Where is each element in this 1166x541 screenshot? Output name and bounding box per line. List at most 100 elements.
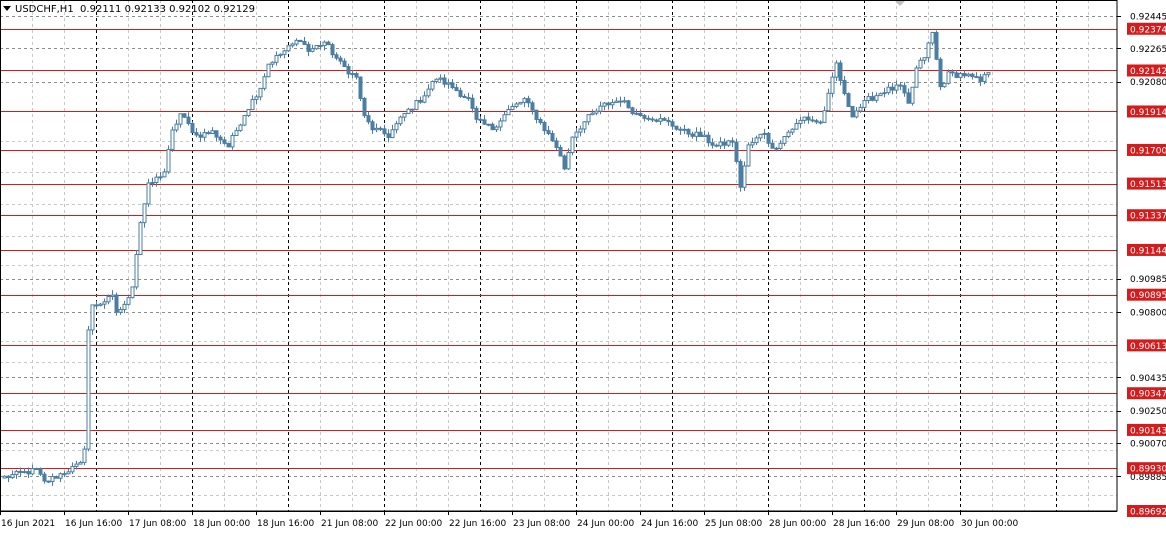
candle-body xyxy=(302,40,307,45)
candle-body xyxy=(550,133,555,142)
candle-body xyxy=(738,160,743,188)
candle-body xyxy=(814,120,819,123)
candle-body xyxy=(518,101,523,105)
time-axis[interactable]: 16 Jun 2021 16 Jun 16:00 17 Jun 08:00 18 Ju… xyxy=(0,511,1117,529)
candle-body xyxy=(426,88,431,97)
candle-body xyxy=(818,121,823,124)
candle-body xyxy=(26,471,31,475)
candle-body xyxy=(762,132,767,135)
candle-body xyxy=(966,73,971,77)
candle-body xyxy=(178,113,183,125)
x-tick-label: 24 Jun 00:00 xyxy=(577,519,634,529)
chart-canvas[interactable]: 0.92445 0.92265 0.92080 0.90985 0.90800 0.904… xyxy=(0,0,1166,537)
candle-body xyxy=(162,171,167,178)
candle-body xyxy=(858,106,863,112)
candle-body xyxy=(922,57,927,61)
candle-body xyxy=(54,476,59,479)
candle-body xyxy=(510,106,515,110)
candle-body xyxy=(74,463,79,467)
candle-body xyxy=(706,134,711,144)
candle-body xyxy=(310,48,315,52)
candle-body xyxy=(234,130,239,136)
candle-body xyxy=(962,72,967,77)
candle-body xyxy=(110,294,115,298)
candle-body xyxy=(106,296,111,303)
candle-body xyxy=(498,120,503,128)
x-tick-label: 29 Jun 08:00 xyxy=(897,519,954,529)
candle-body xyxy=(462,95,467,99)
candle-body xyxy=(342,60,347,68)
level-price-label: 0.91513 xyxy=(1130,180,1166,190)
candle-body xyxy=(218,136,223,141)
candle-body xyxy=(430,81,435,90)
candle-body xyxy=(202,132,207,138)
x-tick-label: 16 Jun 2021 xyxy=(1,519,55,529)
candle-body xyxy=(318,45,323,48)
candle-body xyxy=(722,141,727,146)
candle-body xyxy=(422,95,427,103)
candle-body xyxy=(142,203,147,224)
candle-body xyxy=(546,130,551,135)
candle-body xyxy=(186,116,191,125)
candle-body xyxy=(262,76,267,89)
shift-marker-icon[interactable] xyxy=(895,1,905,6)
symbol-header[interactable]: USDCHF,H1 0.92111 0.92133 0.92102 0.9212… xyxy=(3,4,255,15)
candle-body xyxy=(894,84,899,91)
candle-body xyxy=(710,142,715,146)
candle-body xyxy=(6,475,11,479)
y-tick-label: 0.90250 xyxy=(1130,407,1166,417)
candle-body xyxy=(950,71,955,74)
candle-body xyxy=(642,115,647,119)
candle-body xyxy=(670,121,675,127)
candle-body xyxy=(70,465,75,473)
candle-body xyxy=(978,76,983,82)
y-tick-label: 0.92265 xyxy=(1130,45,1166,55)
candle-body xyxy=(198,134,203,138)
price-axis[interactable]: 0.92445 0.92265 0.92080 0.90985 0.90800 0.904… xyxy=(1117,13,1166,518)
x-tick-label: 16 Jun 16:00 xyxy=(65,519,122,529)
candle-body xyxy=(390,129,395,139)
candle-body xyxy=(902,85,907,94)
candle-body xyxy=(278,53,283,56)
candle-body xyxy=(322,41,327,47)
candle-body xyxy=(634,112,639,115)
candle-body xyxy=(582,121,587,130)
candle-body xyxy=(758,133,763,139)
price-chart[interactable]: 0.92445 0.92265 0.92080 0.90985 0.90800 0.904… xyxy=(0,0,1166,537)
candle-body xyxy=(338,57,343,62)
candle-body xyxy=(166,148,171,173)
candle-body xyxy=(18,470,23,473)
candle-body xyxy=(266,63,271,78)
candle-body xyxy=(886,86,891,94)
candle-body xyxy=(130,286,135,299)
candle-body xyxy=(406,108,411,115)
candle-body xyxy=(954,72,959,78)
candle-body xyxy=(366,115,371,123)
level-price-label: 0.90143 xyxy=(1130,426,1166,436)
candle-body xyxy=(926,42,931,59)
level-price-label: 0.89930 xyxy=(1130,465,1166,475)
candle-body xyxy=(214,130,219,138)
candle-body xyxy=(42,473,47,482)
candle-body xyxy=(330,44,335,56)
candle-body xyxy=(466,97,471,100)
candle-body xyxy=(78,461,83,465)
candle-body xyxy=(494,126,499,131)
level-price-label: 0.91144 xyxy=(1130,246,1166,256)
candle-body xyxy=(530,102,535,111)
candle-body xyxy=(14,470,19,476)
candle-body xyxy=(674,125,679,130)
dropdown-triangle-icon[interactable] xyxy=(3,6,11,11)
candle-body xyxy=(870,96,875,101)
x-tick-label: 24 Jun 16:00 xyxy=(641,519,698,529)
candle-body xyxy=(562,155,567,170)
candle-body xyxy=(898,84,903,87)
candle-body xyxy=(882,92,887,95)
candle-body xyxy=(122,303,127,311)
candle-body xyxy=(986,72,991,76)
horizontal-levels[interactable] xyxy=(0,29,1117,512)
x-tick-label: 18 Jun 00:00 xyxy=(193,519,250,529)
candle-body xyxy=(470,97,475,109)
candle-body xyxy=(38,468,43,475)
candle-body xyxy=(306,43,311,52)
